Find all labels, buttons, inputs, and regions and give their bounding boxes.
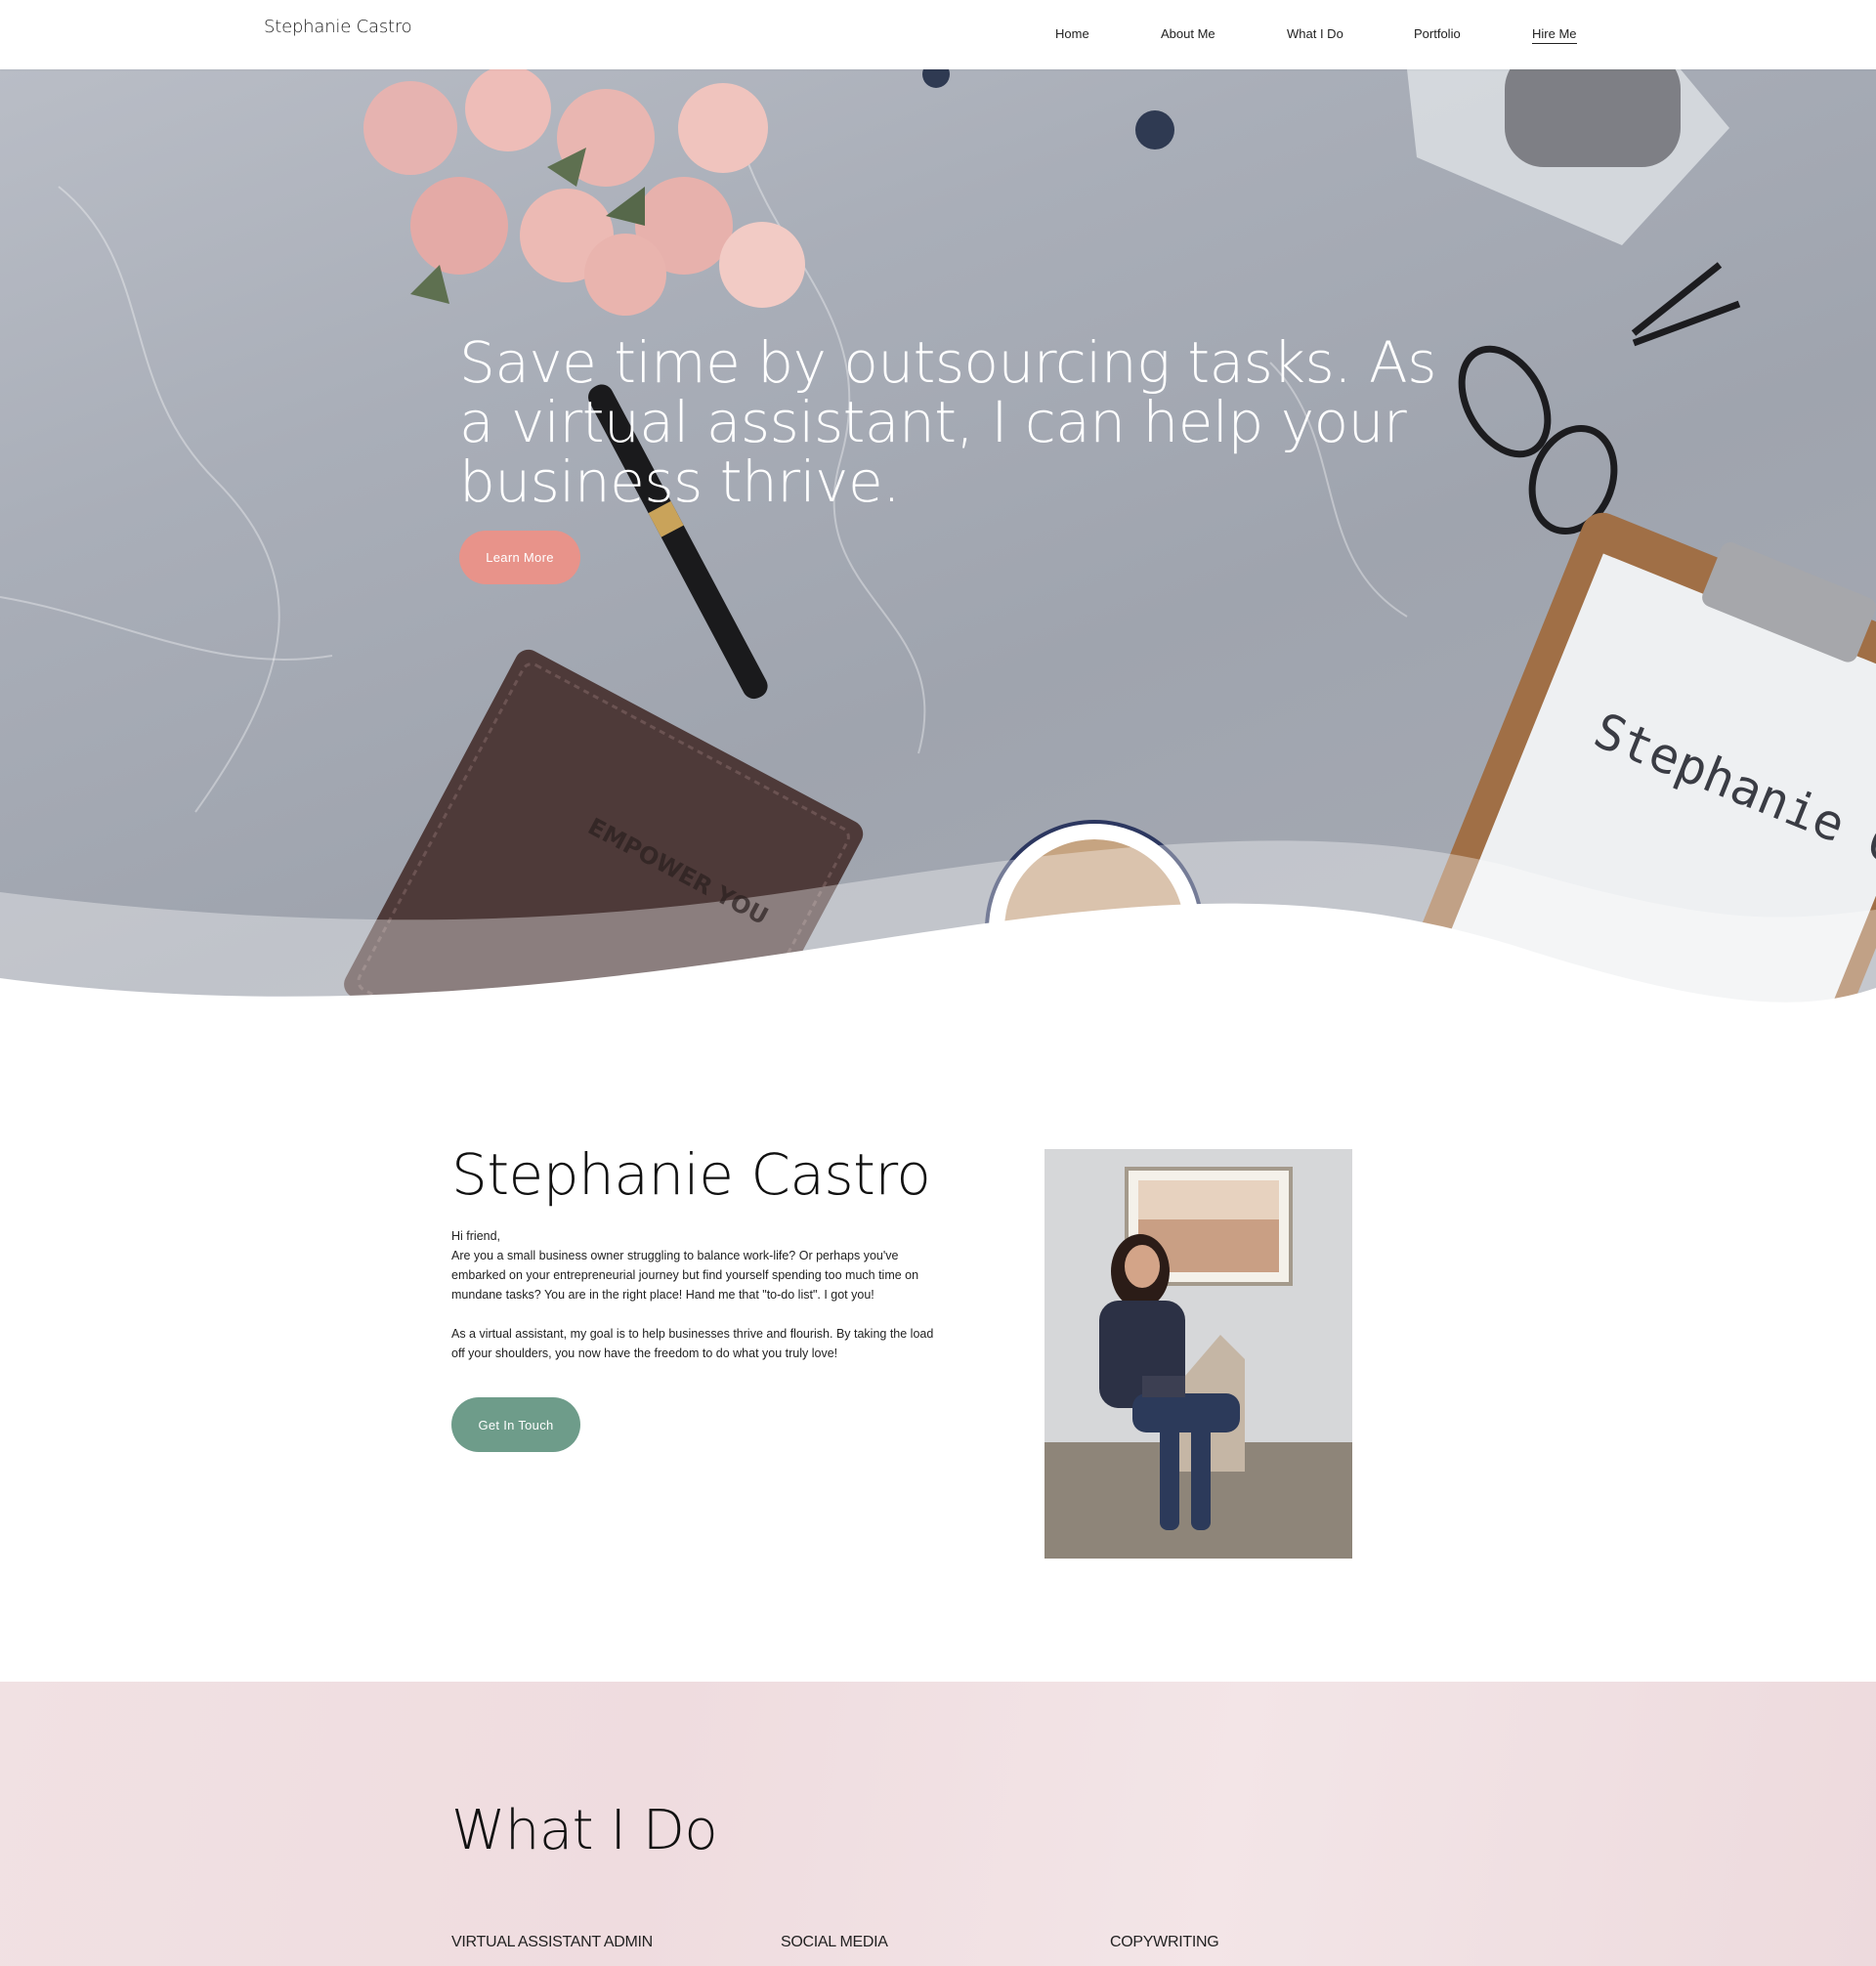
service-social-media: SOCIAL MEDIA (781, 1934, 888, 1950)
service-virtual-assistant-admin: VIRTUAL ASSISTANT ADMIN (451, 1934, 653, 1950)
nav-hire-me[interactable]: Hire Me (1532, 26, 1577, 44)
get-in-touch-button[interactable]: Get In Touch (451, 1397, 580, 1452)
roses-decor (363, 69, 805, 316)
scissors-decor (1458, 262, 1741, 535)
nav-home[interactable]: Home (1055, 26, 1089, 41)
nav-what-i-do[interactable]: What I Do (1287, 26, 1343, 41)
about-paragraph-1: Are you a small business owner strugglin… (451, 1249, 919, 1302)
what-i-do-title: What I Do (451, 1799, 718, 1862)
hero-section: EMPOWER YOU Stephanie Castro Save time b… (0, 69, 1876, 1012)
main-nav: Home About Me What I Do Portfolio Hire M… (0, 26, 1876, 46)
learn-more-button[interactable]: Learn More (459, 531, 580, 584)
what-i-do-section: What I Do VIRTUAL ASSISTANT ADMIN SOCIAL… (0, 1682, 1876, 1966)
nav-portfolio[interactable]: Portfolio (1414, 26, 1461, 41)
about-paragraph-2: As a virtual assistant, my goal is to he… (451, 1327, 934, 1360)
about-title: Stephanie Castro (451, 1141, 931, 1208)
about-greeting: Hi friend, (451, 1229, 501, 1243)
site-header: Stephanie Castro Home About Me What I Do… (0, 0, 1876, 69)
hero-headline: Save time by outsourcing tasks. As a vir… (459, 329, 1436, 515)
nav-about-me[interactable]: About Me (1161, 26, 1215, 41)
hero-background-image: EMPOWER YOU Stephanie Castro (0, 69, 1876, 1012)
profile-photo (1045, 1149, 1352, 1559)
about-body: Hi friend, Are you a small business owne… (451, 1226, 940, 1363)
service-copywriting: COPYWRITING (1110, 1934, 1219, 1950)
